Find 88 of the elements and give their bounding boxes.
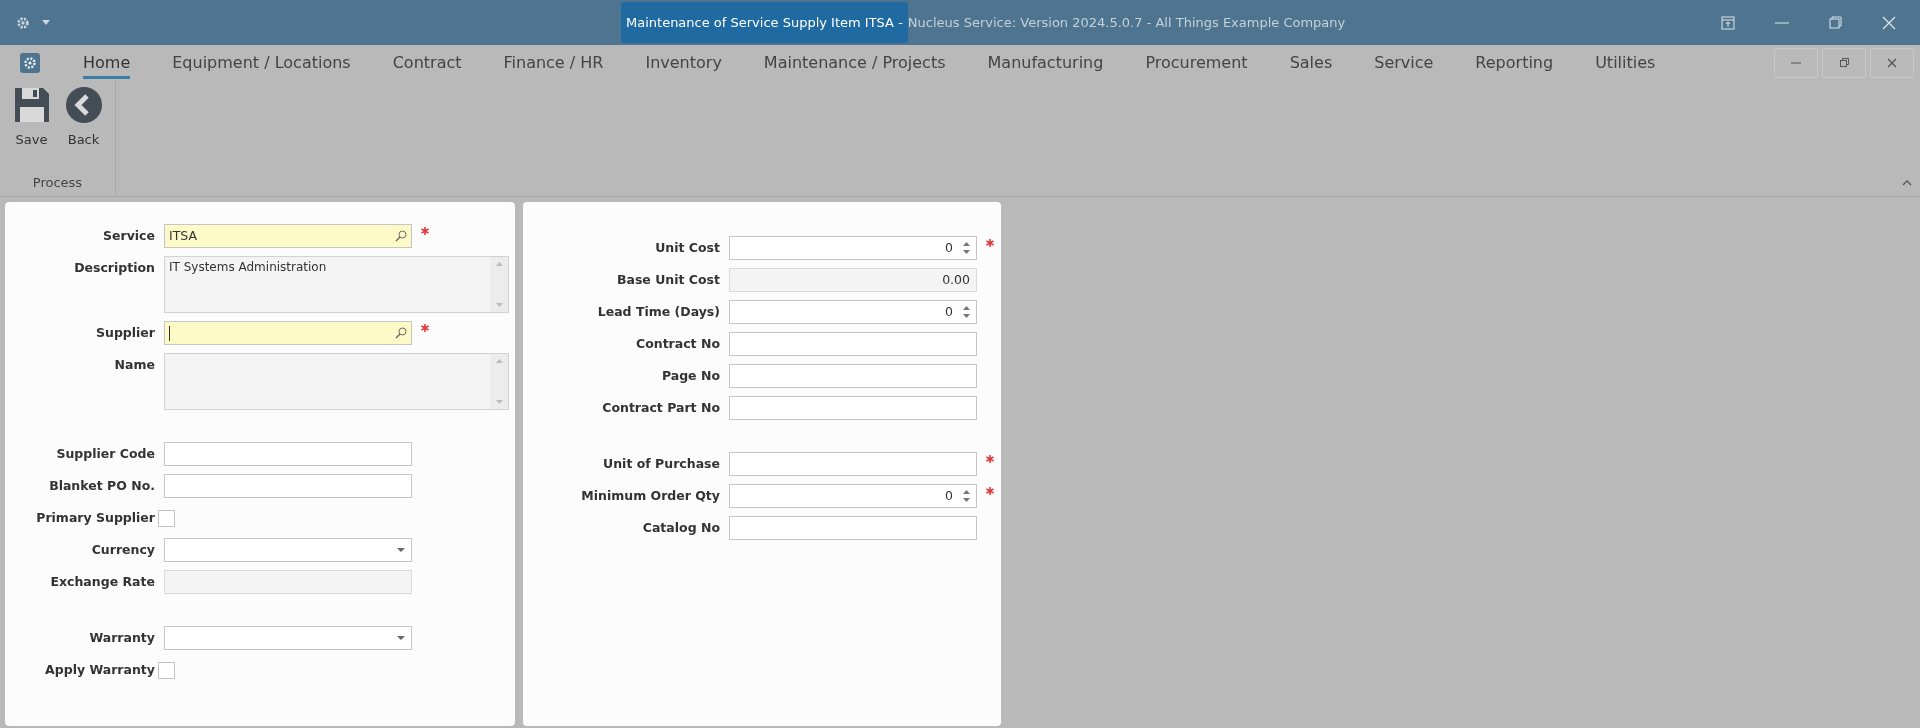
field-label: Warranty [88, 629, 155, 647]
minimize-icon [1791, 61, 1801, 64]
field-label: Minimum Order Qty [580, 487, 720, 505]
field-label: Lead Time (Days) [596, 303, 720, 321]
close-button[interactable] [1870, 47, 1914, 78]
menu-tab[interactable]: Manufacturing [987, 46, 1104, 79]
lookup-field[interactable]: ITSA [164, 224, 412, 248]
minimize-icon[interactable] [1775, 21, 1789, 24]
field-label: Exchange Rate [49, 573, 155, 591]
input-field[interactable] [729, 396, 977, 420]
menu-tab[interactable]: Service [1374, 46, 1434, 79]
field-label: Blanket PO No. [48, 477, 155, 495]
field-label: Apply Warranty [44, 661, 155, 679]
field-value: ITSA [169, 226, 198, 245]
field-label: Unit Cost [654, 239, 720, 257]
scroll-up-icon[interactable] [495, 262, 503, 266]
memo-field[interactable]: IT Systems Administration [164, 256, 509, 313]
menu-tab[interactable]: Contract [392, 46, 462, 79]
menu-tab[interactable]: Utilities [1595, 46, 1656, 79]
menu-tab[interactable]: Finance / HR [503, 46, 604, 79]
field-label: Base Unit Cost [615, 271, 720, 289]
number-field[interactable]: 0 [729, 300, 977, 324]
restore-icon [1839, 58, 1849, 67]
group-label: Process [32, 173, 83, 192]
scrollbar[interactable] [490, 257, 508, 312]
window-subtitle: Nucleus Service: Version 2024.5.0.7 - All Things Example Company [907, 13, 1346, 32]
field-label: Contract No [634, 335, 720, 353]
field-label: Primary Supplier [35, 509, 155, 527]
scroll-down-icon[interactable] [495, 400, 503, 404]
number-field[interactable]: 0 [729, 236, 977, 260]
back-button[interactable]: Back [64, 86, 103, 150]
input-field[interactable] [729, 364, 977, 388]
dropdown-field[interactable] [164, 626, 412, 650]
close-icon [1887, 57, 1897, 68]
lookup-field[interactable] [164, 321, 412, 345]
spinner-arrows-icon[interactable] [963, 241, 970, 255]
memo-field[interactable] [164, 353, 509, 410]
checkbox[interactable] [158, 661, 175, 679]
close-icon[interactable] [1882, 15, 1896, 30]
search-icon[interactable] [395, 230, 407, 242]
field-value: 0 [945, 238, 953, 257]
window-title: Maintenance of Service Supply Item ITSA - [621, 2, 908, 43]
caret-icon[interactable] [42, 20, 50, 25]
restore-button[interactable] [1822, 47, 1866, 78]
input-field[interactable] [729, 332, 977, 356]
field-label: Unit of Purchase [602, 455, 720, 473]
collapse-icon[interactable] [1902, 180, 1912, 186]
input-field[interactable] [729, 452, 977, 476]
menu-tab[interactable]: Sales [1289, 46, 1333, 79]
field-value: 0 [945, 486, 953, 505]
field-label: Supplier [95, 324, 155, 342]
restore-icon[interactable] [1829, 16, 1842, 29]
field-value: 0.00 [942, 270, 970, 289]
spinner-arrows-icon[interactable] [963, 489, 970, 503]
menu-tab[interactable]: Home [83, 46, 131, 79]
input-field[interactable] [164, 442, 412, 466]
field-label: Description [73, 259, 155, 277]
field-label: Name [113, 356, 155, 374]
field-value: 0 [945, 302, 953, 321]
menu-tab[interactable]: Procurement [1145, 46, 1248, 79]
dropdown-arrow-icon[interactable] [397, 636, 405, 640]
field-label: Contract Part No [601, 399, 720, 417]
menu-tab[interactable]: Reporting [1475, 46, 1554, 79]
search-icon[interactable] [395, 327, 407, 339]
field-label: Currency [90, 541, 155, 559]
field-label: Catalog No [641, 519, 720, 537]
scrollbar[interactable] [490, 354, 508, 409]
settings-icon[interactable] [16, 15, 30, 30]
scroll-down-icon[interactable] [495, 303, 503, 307]
scroll-up-icon[interactable] [495, 359, 503, 363]
layout-icon[interactable] [1721, 15, 1735, 30]
app-menu-icon[interactable] [20, 52, 40, 73]
menu-tab[interactable]: Inventory [645, 46, 722, 79]
spinner-arrows-icon[interactable] [963, 305, 970, 319]
menu-tab[interactable]: Maintenance / Projects [763, 46, 946, 79]
input-field[interactable] [729, 516, 977, 540]
dropdown-field[interactable] [164, 538, 412, 562]
field-label: Page No [660, 367, 720, 385]
back-icon [64, 86, 103, 124]
menu-tab[interactable]: Equipment / Locations [172, 46, 351, 79]
input-field[interactable] [164, 474, 412, 498]
number-field[interactable]: 0 [729, 484, 977, 508]
field-label: Supplier Code [55, 445, 155, 463]
field-label: Service [102, 227, 155, 245]
dropdown-arrow-icon[interactable] [397, 548, 405, 552]
field-value: IT Systems Administration [169, 260, 327, 274]
save-button[interactable]: Save [12, 86, 51, 150]
checkbox[interactable] [158, 509, 175, 527]
